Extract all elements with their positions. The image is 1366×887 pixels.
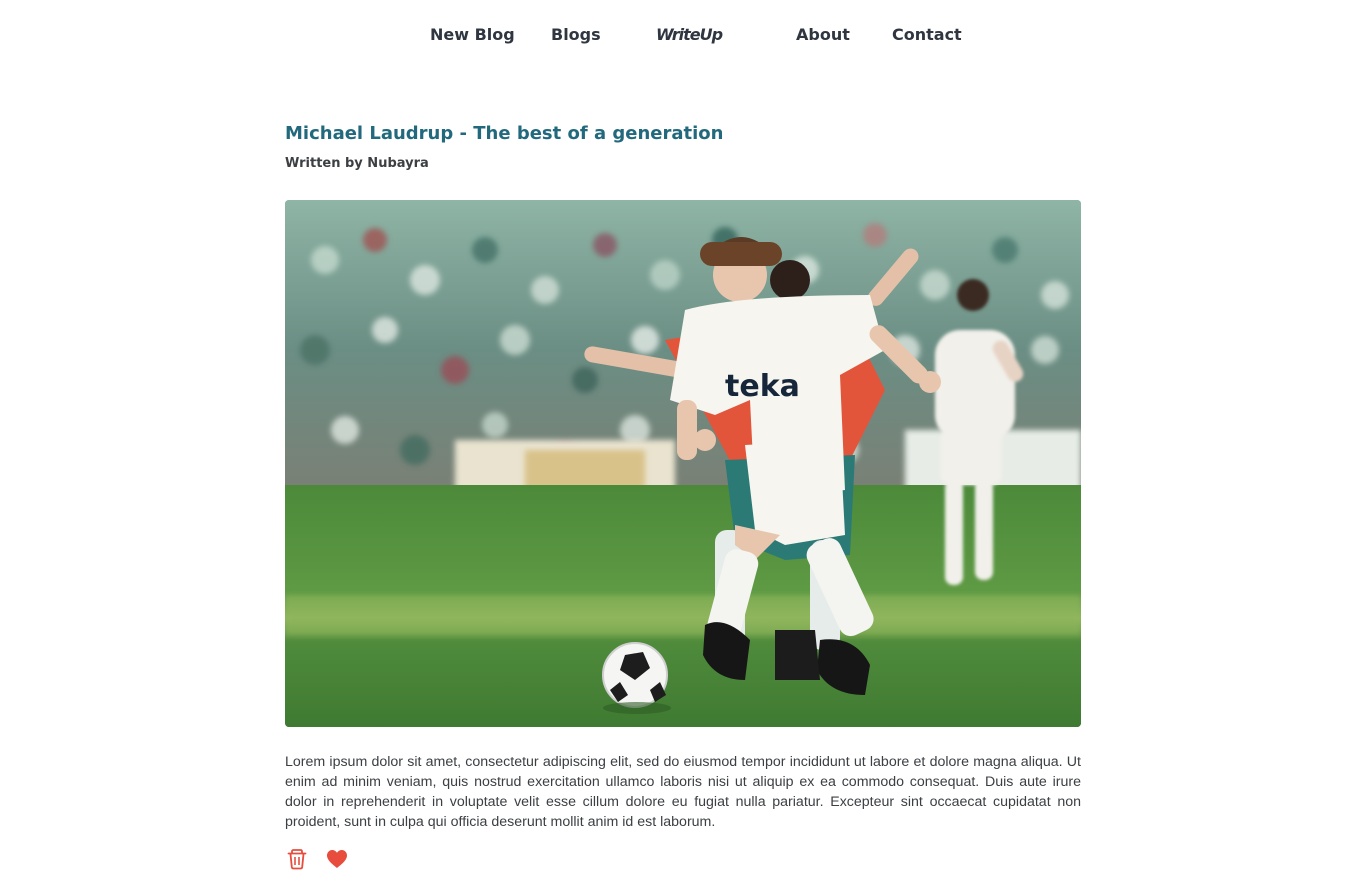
heart-icon[interactable] [325, 847, 349, 871]
site-logo[interactable]: WriteUp [656, 25, 723, 44]
nav-about[interactable]: About [796, 25, 850, 44]
nav-blogs[interactable]: Blogs [551, 25, 601, 44]
post-author: Written by Nubayra [285, 156, 429, 171]
post-body: Lorem ipsum dolor sit amet, consectetur … [285, 754, 1081, 830]
post-title: Michael Laudrup - The best of a generati… [285, 123, 724, 144]
blog-post: Michael Laudrup - The best of a generati… [285, 120, 1081, 870]
top-nav: New Blog Blogs WriteUp About Contact [0, 0, 1366, 72]
trash-icon[interactable] [285, 847, 309, 871]
post-image: teka [285, 200, 1081, 727]
nav-contact[interactable]: Contact [892, 25, 962, 44]
jersey-sponsor-text: teka [725, 369, 800, 404]
football-photo: teka [285, 200, 1081, 727]
nav-new-blog[interactable]: New Blog [430, 25, 515, 44]
